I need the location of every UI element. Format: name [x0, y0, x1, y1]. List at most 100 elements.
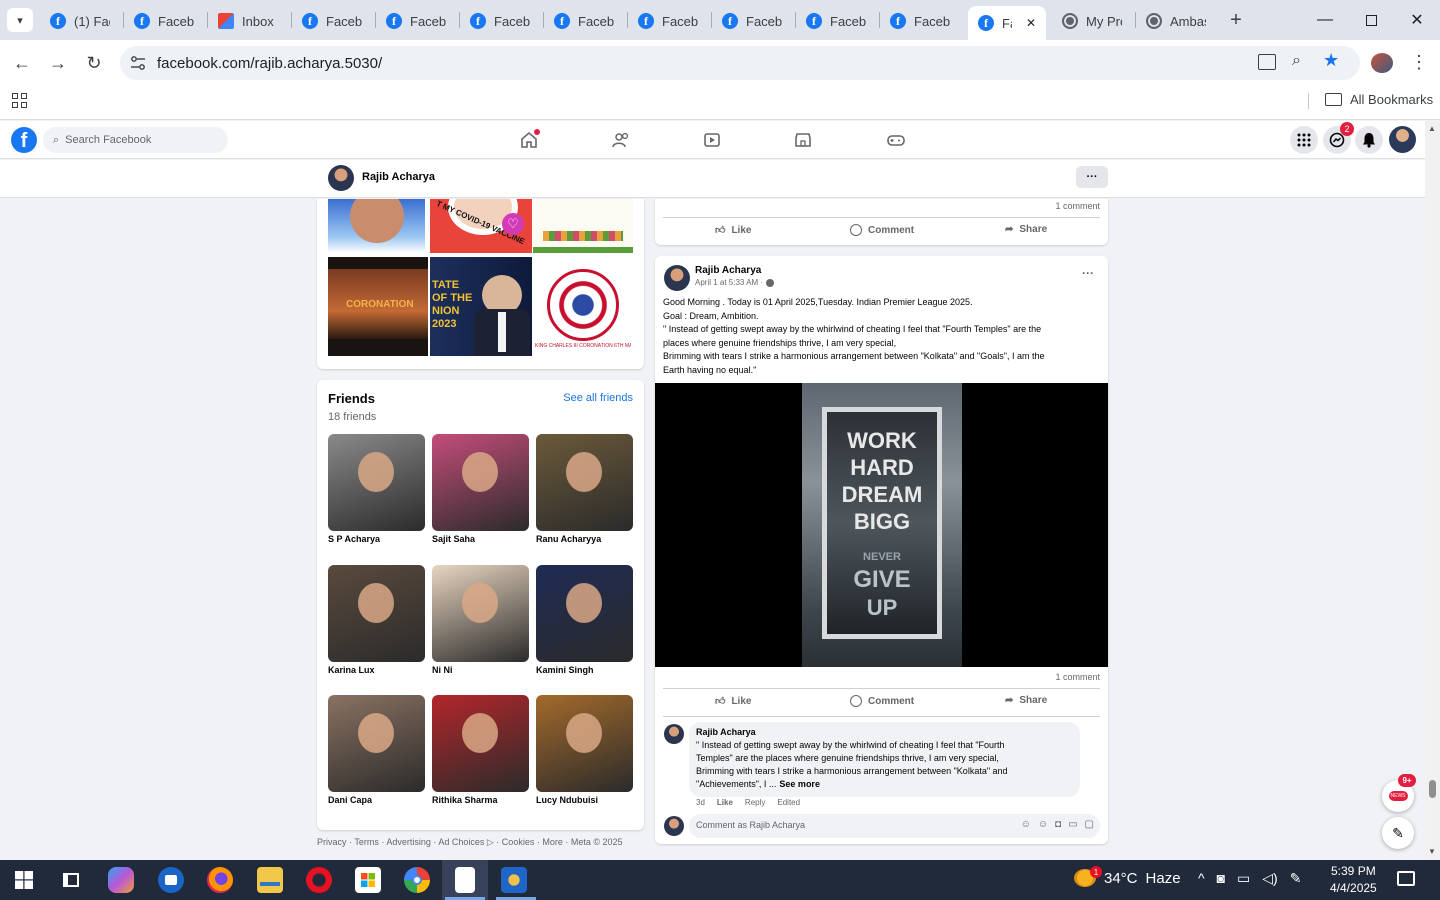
- browser-tab[interactable]: f Facebook: [376, 8, 458, 34]
- start-button[interactable]: [11, 867, 37, 893]
- see-all-friends-link[interactable]: See all friends: [563, 392, 633, 404]
- browser-tab[interactable]: Ambas: [1136, 8, 1218, 34]
- post-options-button[interactable]: ···: [1082, 266, 1094, 280]
- install-app-icon[interactable]: [1258, 54, 1276, 70]
- friend-photo[interactable]: [432, 695, 529, 792]
- new-message-button[interactable]: ✎: [1382, 817, 1414, 849]
- friend-name[interactable]: Ni Ni: [432, 665, 453, 675]
- menu-grid-icon[interactable]: [1290, 126, 1318, 154]
- browser-tab[interactable]: f Facebook: [712, 8, 794, 34]
- friend-name[interactable]: Rithika Sharma: [432, 795, 498, 805]
- browser-tab[interactable]: f Facebook: [124, 8, 206, 34]
- maximize-button[interactable]: [1348, 0, 1394, 40]
- apps-grid-icon[interactable]: [12, 93, 27, 108]
- chrome-icon[interactable]: [404, 867, 430, 893]
- task-view-icon[interactable]: [58, 867, 84, 893]
- browser-tab[interactable]: f Facebook: [544, 8, 626, 34]
- file-explorer-icon[interactable]: [257, 867, 283, 893]
- firefox-icon[interactable]: [207, 867, 233, 893]
- like-button[interactable]: 👍︎ Like: [715, 695, 751, 708]
- forward-button[interactable]: →: [44, 49, 72, 77]
- store-icon[interactable]: [355, 867, 381, 893]
- browser-menu-button[interactable]: ⋮: [1410, 52, 1428, 73]
- close-window-button[interactable]: ✕: [1394, 0, 1440, 40]
- clock[interactable]: 5:39 PM 4/4/2025: [1330, 863, 1377, 897]
- zoom-icon[interactable]: ⌕: [1292, 52, 1301, 70]
- friend-photo[interactable]: [432, 434, 529, 531]
- copilot-icon[interactable]: [108, 867, 134, 893]
- minimize-button[interactable]: —: [1302, 0, 1348, 40]
- my-avatar[interactable]: [664, 816, 684, 836]
- sticker-icon[interactable]: ▢: [1085, 819, 1094, 830]
- like-button[interactable]: 👍︎ Like: [715, 224, 751, 237]
- friend-photo[interactable]: [536, 434, 633, 531]
- url-text[interactable]: facebook.com/rajib.acharya.5030/: [157, 55, 382, 72]
- gif-icon[interactable]: ▭: [1068, 819, 1077, 830]
- bookmark-star-icon[interactable]: ★: [1323, 50, 1339, 71]
- pen-icon[interactable]: ✎: [1290, 870, 1302, 887]
- scroll-down-arrow[interactable]: ▼: [1428, 847, 1436, 856]
- profile-avatar[interactable]: [1371, 53, 1393, 73]
- friend-name[interactable]: Kamini Singh: [536, 665, 594, 675]
- messenger-icon[interactable]: 2: [1323, 122, 1354, 154]
- marketplace-icon[interactable]: [792, 129, 814, 151]
- weather-widget[interactable]: 34°C Haze 1: [1074, 866, 1181, 887]
- browser-tab[interactable]: f Facebook: [796, 8, 878, 34]
- commenter-avatar[interactable]: [664, 724, 684, 744]
- footer-links[interactable]: Privacy · Terms · Advertising · Ad Choic…: [317, 837, 623, 848]
- site-info-icon[interactable]: [130, 55, 146, 71]
- notifications-icon[interactable]: [1355, 126, 1383, 154]
- network-icon[interactable]: ▭: [1237, 870, 1250, 887]
- home-icon[interactable]: [518, 129, 540, 151]
- news-floating-button[interactable]: NEWS 9+: [1382, 774, 1416, 812]
- share-button[interactable]: ➦ Share: [1005, 224, 1047, 235]
- notification-center-icon[interactable]: [1397, 871, 1415, 886]
- comment-button[interactable]: Comment: [850, 695, 914, 707]
- browser-tab[interactable]: f Facebook: [460, 8, 542, 34]
- friend-name[interactable]: Lucy Ndubuisi: [536, 795, 598, 805]
- video-icon[interactable]: [701, 129, 723, 151]
- post-image[interactable]: WORK HARD DREAM BIGG NEVER GIVE UP: [655, 383, 1108, 667]
- photo-tile[interactable]: [533, 199, 633, 253]
- new-tab-button[interactable]: +: [1224, 8, 1248, 32]
- facebook-logo[interactable]: f: [11, 127, 37, 153]
- see-more-link[interactable]: See more: [779, 779, 820, 789]
- comment-reply-link[interactable]: Reply: [745, 798, 765, 807]
- reload-button[interactable]: ↻: [80, 49, 108, 77]
- browser-tab[interactable]: My Pro: [1052, 8, 1134, 34]
- comment-button[interactable]: Comment: [850, 224, 914, 236]
- browser-tab[interactable]: f Facebook: [880, 8, 962, 34]
- search-input[interactable]: ⌕ Search Facebook: [43, 127, 228, 153]
- volume-icon[interactable]: ◁): [1262, 870, 1277, 887]
- account-avatar[interactable]: [1389, 126, 1416, 153]
- page-scrollbar[interactable]: ▲ ▼: [1425, 121, 1440, 860]
- friend-photo[interactable]: [328, 565, 425, 662]
- photo-tile[interactable]: KING CHARLES III CORONATION 6TH MAY 2023: [533, 257, 633, 356]
- photo-tile[interactable]: TATE OF THE NION 2023: [430, 257, 532, 356]
- notepad-icon[interactable]: [455, 867, 475, 893]
- browser-tab[interactable]: f (1) Facebook: [40, 8, 122, 34]
- back-button[interactable]: ←: [8, 49, 36, 77]
- browser-tab[interactable]: f Fa ✕: [968, 6, 1046, 40]
- friend-photo[interactable]: [536, 565, 633, 662]
- camera-icon[interactable]: ◘: [1055, 819, 1061, 830]
- friend-photo[interactable]: [328, 434, 425, 531]
- post-author-avatar[interactable]: [664, 265, 690, 291]
- scroll-up-arrow[interactable]: ▲: [1428, 124, 1436, 133]
- pinned-app-icon[interactable]: [501, 867, 527, 893]
- all-bookmarks-button[interactable]: All Bookmarks: [1325, 92, 1433, 107]
- friend-name[interactable]: Karina Lux: [328, 665, 375, 675]
- comment-count[interactable]: 1 comment: [1055, 672, 1100, 682]
- friend-photo[interactable]: [432, 565, 529, 662]
- meet-icon[interactable]: ◙: [1217, 870, 1225, 887]
- photo-tile[interactable]: [328, 199, 425, 253]
- friends-title[interactable]: Friends: [328, 391, 375, 406]
- friend-photo[interactable]: [536, 695, 633, 792]
- opera-icon[interactable]: [306, 867, 332, 893]
- friend-name[interactable]: Sajit Saha: [432, 534, 475, 544]
- friend-name[interactable]: Ranu Acharyya: [536, 534, 601, 544]
- browser-tab[interactable]: f Facebook: [628, 8, 710, 34]
- comment-count[interactable]: 1 comment: [1055, 201, 1100, 211]
- profile-avatar-small[interactable]: [328, 165, 354, 191]
- comment-input[interactable]: Comment as Rajib Acharya ☺ ☺ ◘ ▭ ▢: [689, 814, 1100, 838]
